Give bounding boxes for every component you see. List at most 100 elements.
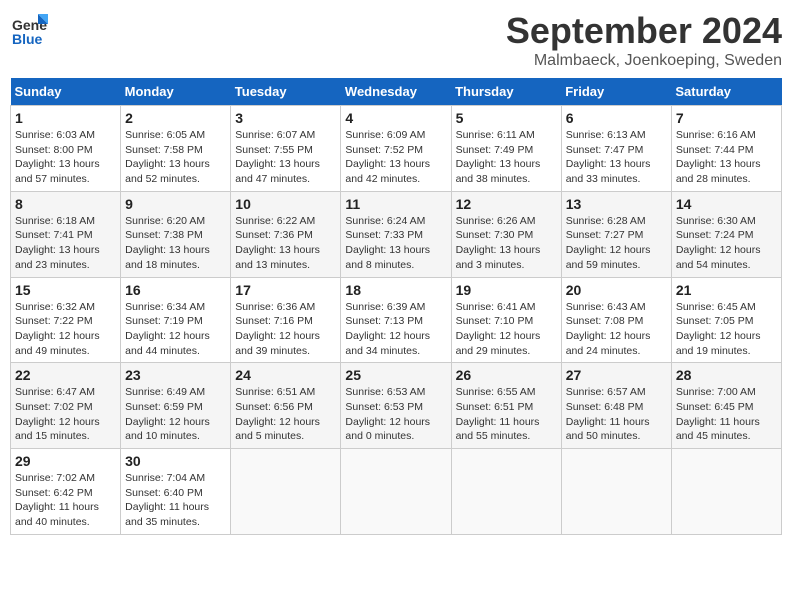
day-number: 7	[676, 110, 777, 126]
calendar-cell: 20 Sunrise: 6:43 AMSunset: 7:08 PMDayligh…	[561, 277, 671, 363]
day-info: Sunrise: 6:34 AMSunset: 7:19 PMDaylight:…	[125, 300, 226, 359]
day-info: Sunrise: 6:47 AMSunset: 7:02 PMDaylight:…	[15, 385, 116, 444]
calendar-cell	[561, 449, 671, 535]
calendar-cell: 18Sunrise: 6:39 AMSunset: 7:13 PMDayligh…	[341, 277, 451, 363]
day-number: 24	[235, 367, 336, 383]
day-of-week-header: Friday	[561, 78, 671, 106]
day-number: 1	[15, 110, 116, 126]
day-info: Sunrise: 6:28 AMSunset: 7:27 PMDaylight:…	[566, 214, 667, 273]
day-number: 22	[15, 367, 116, 383]
day-number: 9	[125, 196, 226, 212]
day-number: 15	[15, 282, 116, 298]
day-number: 12	[456, 196, 557, 212]
day-info: Sunrise: 6:09 AMSunset: 7:52 PMDaylight:…	[345, 128, 446, 187]
calendar-cell: 27 Sunrise: 6:57 AMSunset: 6:48 PMDayligh…	[561, 363, 671, 449]
calendar-cell: 7 Sunrise: 6:16 AMSunset: 7:44 PMDaylight…	[671, 106, 781, 192]
calendar-cell: 26 Sunrise: 6:55 AMSunset: 6:51 PMDayligh…	[451, 363, 561, 449]
day-number: 5	[456, 110, 557, 126]
day-info: Sunrise: 6:20 AMSunset: 7:38 PMDaylight:…	[125, 214, 226, 273]
day-of-week-header: Monday	[121, 78, 231, 106]
calendar-cell: 22 Sunrise: 6:47 AMSunset: 7:02 PMDayligh…	[11, 363, 121, 449]
calendar-cell: 6 Sunrise: 6:13 AMSunset: 7:47 PMDaylight…	[561, 106, 671, 192]
day-number: 25	[345, 367, 446, 383]
day-info: Sunrise: 6:55 AMSunset: 6:51 PMDaylight:…	[456, 385, 557, 444]
day-number: 14	[676, 196, 777, 212]
day-info: Sunrise: 6:45 AMSunset: 7:05 PMDaylight:…	[676, 300, 777, 359]
day-info: Sunrise: 6:51 AMSunset: 6:56 PMDaylight:…	[235, 385, 336, 444]
day-number: 17	[235, 282, 336, 298]
day-of-week-header: Sunday	[11, 78, 121, 106]
calendar-cell	[341, 449, 451, 535]
day-info: Sunrise: 6:30 AMSunset: 7:24 PMDaylight:…	[676, 214, 777, 273]
calendar-cell: 28 Sunrise: 7:00 AMSunset: 6:45 PMDayligh…	[671, 363, 781, 449]
day-number: 28	[676, 367, 777, 383]
calendar-cell: 30 Sunrise: 7:04 AMSunset: 6:40 PMDayligh…	[121, 449, 231, 535]
calendar-cell: 8 Sunrise: 6:18 AMSunset: 7:41 PMDaylight…	[11, 191, 121, 277]
day-of-week-header: Tuesday	[231, 78, 341, 106]
day-info: Sunrise: 7:00 AMSunset: 6:45 PMDaylight:…	[676, 385, 777, 444]
day-number: 11	[345, 196, 446, 212]
logo-icon: General Blue	[10, 10, 48, 48]
calendar-cell: 10 Sunrise: 6:22 AMSunset: 7:36 PMDayligh…	[231, 191, 341, 277]
day-info: Sunrise: 6:26 AMSunset: 7:30 PMDaylight:…	[456, 214, 557, 273]
day-info: Sunrise: 6:11 AMSunset: 7:49 PMDaylight:…	[456, 128, 557, 187]
month-title: September 2024	[506, 10, 782, 52]
calendar-cell: 19 Sunrise: 6:41 AMSunset: 7:10 PMDayligh…	[451, 277, 561, 363]
day-number: 27	[566, 367, 667, 383]
svg-text:Blue: Blue	[12, 31, 43, 47]
calendar-cell	[671, 449, 781, 535]
day-number: 13	[566, 196, 667, 212]
calendar-table: SundayMondayTuesdayWednesdayThursdayFrid…	[10, 78, 782, 535]
day-of-week-header: Thursday	[451, 78, 561, 106]
day-number: 29	[15, 453, 116, 469]
day-info: Sunrise: 6:16 AMSunset: 7:44 PMDaylight:…	[676, 128, 777, 187]
calendar-cell	[231, 449, 341, 535]
day-number: 3	[235, 110, 336, 126]
day-number: 2	[125, 110, 226, 126]
day-info: Sunrise: 6:36 AMSunset: 7:16 PMDaylight:…	[235, 300, 336, 359]
calendar-cell: 14 Sunrise: 6:30 AMSunset: 7:24 PMDayligh…	[671, 191, 781, 277]
calendar-cell: 17 Sunrise: 6:36 AMSunset: 7:16 PMDayligh…	[231, 277, 341, 363]
day-number: 30	[125, 453, 226, 469]
day-info: Sunrise: 6:24 AMSunset: 7:33 PMDaylight:…	[345, 214, 446, 273]
logo: General Blue	[10, 10, 48, 48]
header: General Blue September 2024 Malmbaeck, J…	[10, 10, 782, 70]
day-number: 10	[235, 196, 336, 212]
day-info: Sunrise: 6:22 AMSunset: 7:36 PMDaylight:…	[235, 214, 336, 273]
calendar-cell: 11 Sunrise: 6:24 AMSunset: 7:33 PMDayligh…	[341, 191, 451, 277]
day-info: Sunrise: 6:07 AMSunset: 7:55 PMDaylight:…	[235, 128, 336, 187]
calendar-cell: 25 Sunrise: 6:53 AMSunset: 6:53 PMDayligh…	[341, 363, 451, 449]
day-number: 6	[566, 110, 667, 126]
calendar-cell: 21Sunrise: 6:45 AMSunset: 7:05 PMDayligh…	[671, 277, 781, 363]
day-info: Sunrise: 6:13 AMSunset: 7:47 PMDaylight:…	[566, 128, 667, 187]
calendar-cell: 13 Sunrise: 6:28 AMSunset: 7:27 PMDayligh…	[561, 191, 671, 277]
day-info: Sunrise: 6:41 AMSunset: 7:10 PMDaylight:…	[456, 300, 557, 359]
day-info: Sunrise: 6:32 AMSunset: 7:22 PMDaylight:…	[15, 300, 116, 359]
day-number: 20	[566, 282, 667, 298]
day-number: 23	[125, 367, 226, 383]
day-info: Sunrise: 7:04 AMSunset: 6:40 PMDaylight:…	[125, 471, 226, 530]
calendar-cell: 1 Sunrise: 6:03 AMSunset: 8:00 PMDaylight…	[11, 106, 121, 192]
calendar-cell: 3 Sunrise: 6:07 AMSunset: 7:55 PMDaylight…	[231, 106, 341, 192]
calendar-cell: 5 Sunrise: 6:11 AMSunset: 7:49 PMDaylight…	[451, 106, 561, 192]
day-info: Sunrise: 6:18 AMSunset: 7:41 PMDaylight:…	[15, 214, 116, 273]
title-area: September 2024 Malmbaeck, Joenkoeping, S…	[506, 10, 782, 70]
day-info: Sunrise: 6:03 AMSunset: 8:00 PMDaylight:…	[15, 128, 116, 187]
day-number: 18	[345, 282, 446, 298]
calendar-cell: 23Sunrise: 6:49 AMSunset: 6:59 PMDayligh…	[121, 363, 231, 449]
day-info: Sunrise: 6:57 AMSunset: 6:48 PMDaylight:…	[566, 385, 667, 444]
day-number: 16	[125, 282, 226, 298]
calendar-cell: 12 Sunrise: 6:26 AMSunset: 7:30 PMDayligh…	[451, 191, 561, 277]
day-info: Sunrise: 6:53 AMSunset: 6:53 PMDaylight:…	[345, 385, 446, 444]
day-info: Sunrise: 6:05 AMSunset: 7:58 PMDaylight:…	[125, 128, 226, 187]
day-number: 4	[345, 110, 446, 126]
day-number: 8	[15, 196, 116, 212]
calendar-header: SundayMondayTuesdayWednesdayThursdayFrid…	[11, 78, 782, 106]
day-number: 26	[456, 367, 557, 383]
day-of-week-header: Saturday	[671, 78, 781, 106]
day-number: 19	[456, 282, 557, 298]
calendar-cell: 29Sunrise: 7:02 AMSunset: 6:42 PMDayligh…	[11, 449, 121, 535]
calendar-cell: 15 Sunrise: 6:32 AMSunset: 7:22 PMDayligh…	[11, 277, 121, 363]
calendar-cell: 4 Sunrise: 6:09 AMSunset: 7:52 PMDaylight…	[341, 106, 451, 192]
day-info: Sunrise: 6:43 AMSunset: 7:08 PMDaylight:…	[566, 300, 667, 359]
